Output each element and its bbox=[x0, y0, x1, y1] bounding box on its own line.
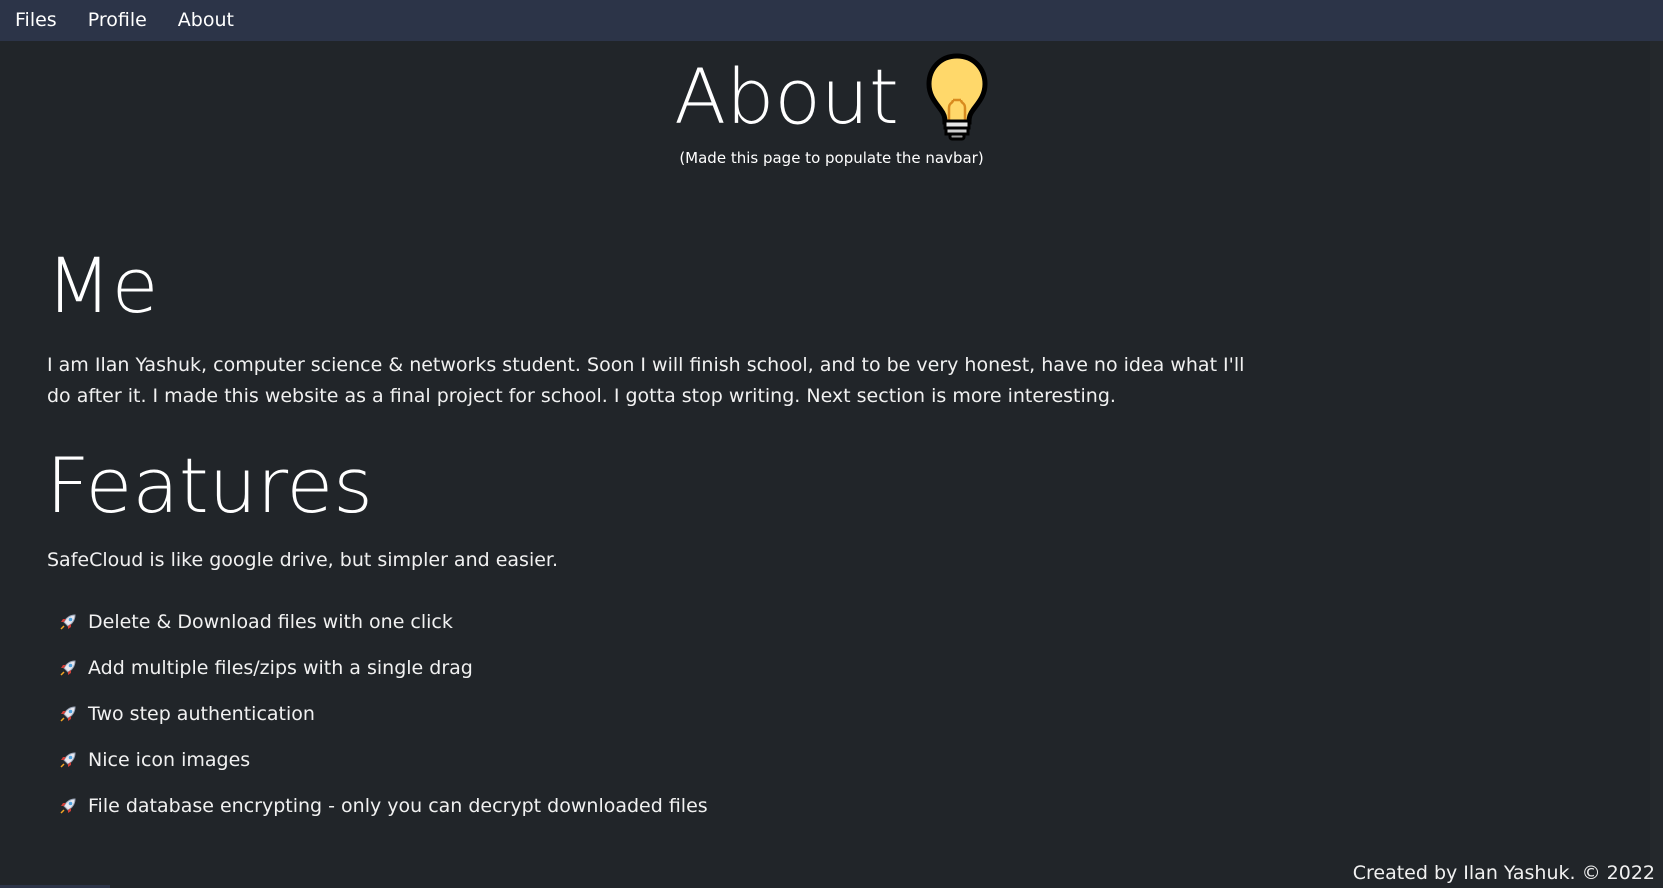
feature-item: Delete & Download files with one click bbox=[58, 599, 708, 645]
feature-label: File database encrypting - only you can … bbox=[88, 795, 708, 817]
nav-link-profile[interactable]: Profile bbox=[88, 0, 147, 41]
rocket-icon bbox=[58, 796, 78, 816]
feature-item: Add multiple files/zips with a single dr… bbox=[58, 645, 708, 691]
feature-label: Delete & Download files with one click bbox=[88, 611, 453, 633]
me-heading: Me bbox=[46, 241, 159, 330]
page-subtitle: (Made this page to populate the navbar) bbox=[679, 149, 984, 167]
features-list: Delete & Download files with one click A… bbox=[58, 599, 708, 829]
scrollbar[interactable] bbox=[1650, 41, 1663, 888]
me-paragraph: I am Ilan Yashuk, computer science & net… bbox=[47, 354, 1245, 407]
rocket-icon bbox=[58, 658, 78, 678]
rocket-icon bbox=[58, 612, 78, 632]
lightbulb-icon bbox=[925, 52, 989, 142]
nav-link-about[interactable]: About bbox=[178, 0, 234, 41]
feature-item: Nice icon images bbox=[58, 737, 708, 783]
feature-label: Add multiple files/zips with a single dr… bbox=[88, 657, 473, 679]
page-title: About bbox=[674, 52, 899, 141]
feature-label: Two step authentication bbox=[88, 703, 315, 725]
features-heading: Features bbox=[46, 441, 373, 530]
rocket-icon bbox=[58, 750, 78, 770]
top-navbar: Files Profile About bbox=[0, 0, 1663, 41]
hero-header: About bbox=[0, 52, 1663, 142]
rocket-icon bbox=[58, 704, 78, 724]
feature-item: File database encrypting - only you can … bbox=[58, 783, 708, 829]
feature-item: Two step authentication bbox=[58, 691, 708, 737]
footer-credit: Created by Ilan Yashuk. © 2022 bbox=[1352, 862, 1655, 884]
features-intro: SafeCloud is like google drive, but simp… bbox=[47, 549, 559, 571]
feature-label: Nice icon images bbox=[88, 749, 251, 771]
nav-link-files[interactable]: Files bbox=[15, 0, 57, 41]
